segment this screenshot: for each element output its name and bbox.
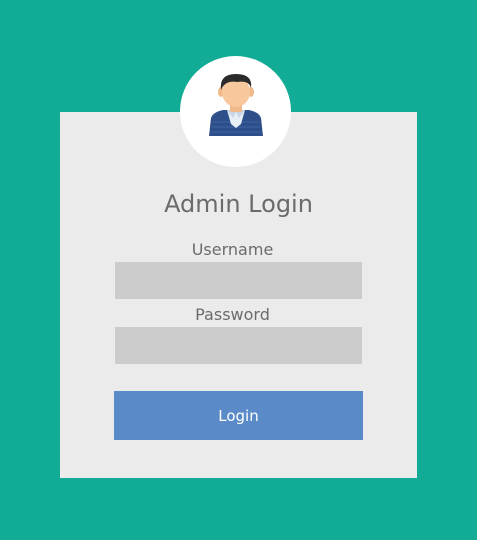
avatar xyxy=(180,56,291,167)
username-input[interactable] xyxy=(115,262,362,299)
password-input[interactable] xyxy=(115,327,362,364)
page-title: Admin Login xyxy=(164,190,313,218)
admin-user-icon xyxy=(209,74,263,136)
password-label: Password xyxy=(195,305,270,324)
username-label: Username xyxy=(191,240,274,259)
login-button[interactable]: Login xyxy=(114,391,363,440)
